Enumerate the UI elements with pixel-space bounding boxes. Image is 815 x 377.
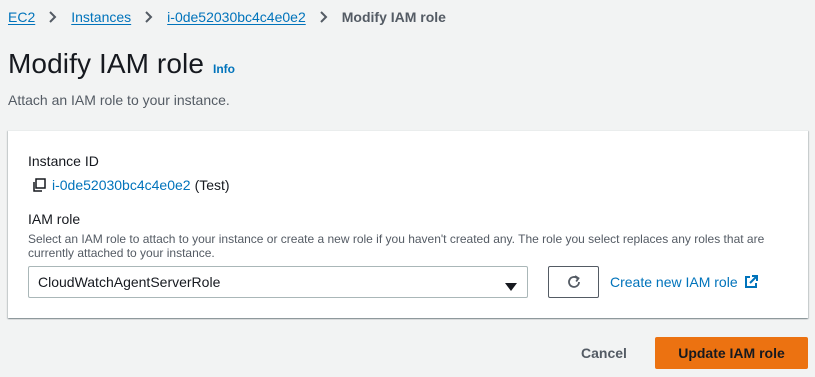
instance-id-label: Instance ID xyxy=(28,153,99,169)
breadcrumb-current: Modify IAM role xyxy=(341,9,446,25)
modify-role-panel: Instance ID i-0de52030bc4c4e0e2 (Test) I… xyxy=(8,130,808,318)
breadcrumb-instances[interactable]: Instances xyxy=(71,9,131,25)
breadcrumb: EC2 Instances i-0de52030bc4c4e0e2 Modify… xyxy=(8,8,446,26)
external-link-icon xyxy=(744,275,758,289)
copy-icon[interactable] xyxy=(31,177,47,193)
create-iam-role-label: Create new IAM role xyxy=(610,274,738,290)
page-title: Modify IAM role xyxy=(8,48,204,79)
iam-role-select[interactable]: CloudWatchAgentServerRole xyxy=(28,266,528,298)
refresh-icon xyxy=(566,274,582,290)
chevron-right-icon xyxy=(144,11,154,23)
iam-role-selected-value: CloudWatchAgentServerRole xyxy=(38,274,221,290)
breadcrumb-instance-id[interactable]: i-0de52030bc4c4e0e2 xyxy=(167,9,306,25)
info-link[interactable]: Info xyxy=(213,62,235,76)
instance-id-link[interactable]: i-0de52030bc4c4e0e2 xyxy=(52,177,191,193)
iam-role-help-text: Select an IAM role to attach to your ins… xyxy=(28,232,765,260)
instance-name: (Test) xyxy=(194,177,230,193)
page-header: Modify IAM role Info xyxy=(8,48,235,80)
iam-role-label: IAM role xyxy=(28,211,81,227)
update-iam-role-button[interactable]: Update IAM role xyxy=(655,337,808,369)
chevron-right-icon xyxy=(48,11,58,23)
breadcrumb-ec2[interactable]: EC2 xyxy=(8,9,35,25)
caret-down-icon xyxy=(505,278,517,291)
create-iam-role-link[interactable]: Create new IAM role xyxy=(610,274,758,290)
chevron-right-icon xyxy=(319,11,329,23)
page-description: Attach an IAM role to your instance. xyxy=(8,92,230,108)
cancel-button[interactable]: Cancel xyxy=(566,336,642,370)
instance-id-value: i-0de52030bc4c4e0e2 (Test) xyxy=(31,177,230,193)
refresh-button[interactable] xyxy=(548,266,599,298)
